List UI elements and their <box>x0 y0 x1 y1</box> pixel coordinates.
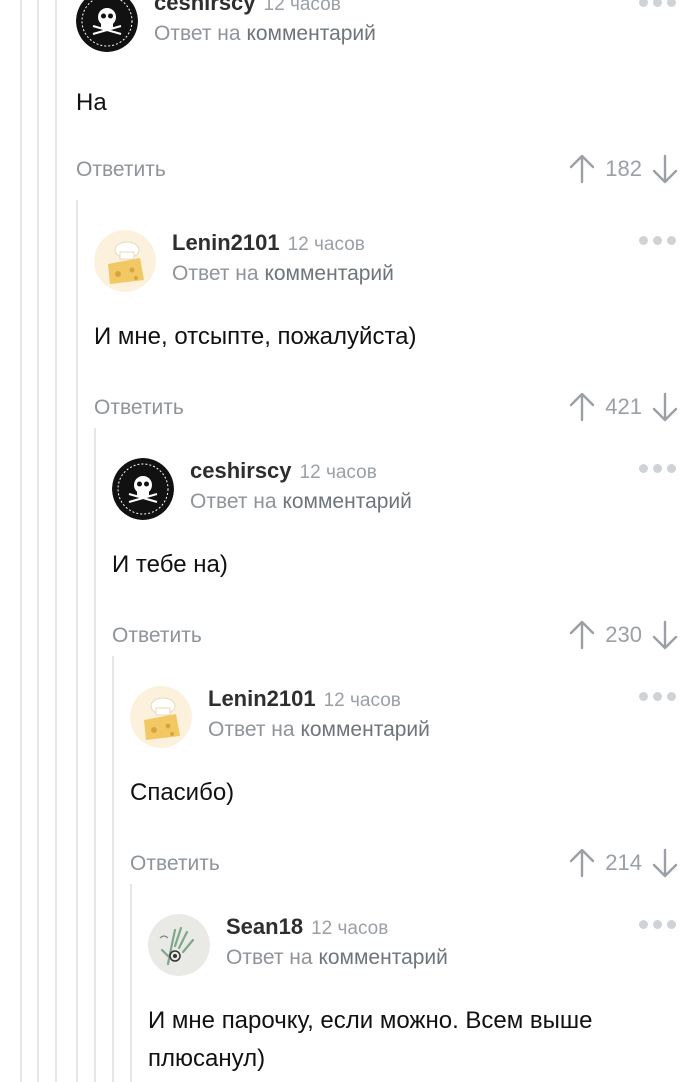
reply-to-link[interactable]: комментарий <box>318 946 447 969</box>
skull-emblem-avatar[interactable] <box>112 458 174 520</box>
reply-to-line: Ответ на комментарий <box>190 490 412 514</box>
author-name[interactable]: Lenin2101 <box>208 686 316 711</box>
hand-sketch-avatar[interactable] <box>148 914 210 976</box>
author-name[interactable]: ceshirscy <box>154 0 256 15</box>
reply-to-prefix: Ответ на <box>154 22 241 45</box>
reply-button[interactable]: Ответить <box>130 852 220 876</box>
comment-header: Lenin2101 12 часов Ответ на комментарий <box>130 684 678 748</box>
more-options-icon[interactable] <box>639 920 676 929</box>
comment-footer: Ответить 182 <box>76 154 678 194</box>
reply-button[interactable]: Ответить <box>94 396 184 420</box>
comment: Lenin2101 12 часов Ответ на комментарий И… <box>94 228 678 432</box>
comment-footer: Ответить 230 <box>112 620 678 660</box>
reply-to-line: Ответ на комментарий <box>226 946 448 970</box>
reply-to-prefix: Ответ на <box>226 946 313 969</box>
vote-box: 230 <box>569 620 678 650</box>
more-options-icon[interactable] <box>639 464 676 473</box>
comment-time: 12 часов <box>311 918 389 939</box>
comment-footer: Ответить 421 <box>94 392 678 432</box>
author-name[interactable]: Lenin2101 <box>172 230 280 255</box>
comment: ceshirscy 12 часов Ответ на комментарий И… <box>112 456 678 660</box>
reply-button[interactable]: Ответить <box>76 158 166 182</box>
reply-to-prefix: Ответ на <box>172 262 259 285</box>
reply-to-link[interactable]: комментарий <box>264 262 393 285</box>
comment-text: И мне парочку, если можно. Всем выше плю… <box>148 1007 593 1072</box>
comment-text: На <box>76 89 107 116</box>
comment-time: 12 часов <box>263 0 341 15</box>
more-options-icon[interactable] <box>639 692 676 701</box>
vote-box: 214 <box>569 848 678 878</box>
author-name[interactable]: Sean18 <box>226 914 303 939</box>
reply-to-line: Ответ на комментарий <box>172 262 394 286</box>
comment-footer: Ответить 214 <box>130 848 678 888</box>
rating-count: 182 <box>605 156 642 181</box>
thread-line <box>112 656 114 1082</box>
comment-time: 12 часов <box>287 234 365 255</box>
downvote-arrow-icon[interactable] <box>652 848 678 878</box>
reply-to-link[interactable]: комментарий <box>300 718 429 741</box>
comment-text: И тебе на) <box>112 551 228 578</box>
rating-count: 421 <box>605 394 642 419</box>
thread-line <box>20 0 22 1082</box>
comment: Sean18 12 часов Ответ на комментарий И мн… <box>148 912 678 1078</box>
vote-box: 421 <box>569 392 678 422</box>
thread-line <box>37 0 39 1082</box>
thread-line <box>94 428 96 1082</box>
rating-count: 230 <box>605 622 642 647</box>
skull-emblem-avatar[interactable] <box>76 0 138 52</box>
comment-header: Sean18 12 часов Ответ на комментарий <box>148 912 678 976</box>
cheese-chef-avatar[interactable] <box>94 230 156 292</box>
upvote-arrow-icon[interactable] <box>569 154 595 184</box>
author-name[interactable]: ceshirscy <box>190 458 292 483</box>
comment-header: ceshirscy 12 часов Ответ на комментарий <box>112 456 678 520</box>
thread-line <box>76 200 78 1082</box>
thread-line <box>55 0 57 1082</box>
cheese-chef-avatar[interactable] <box>130 686 192 748</box>
comment-text: И мне, отсыпте, пожалуйста) <box>94 323 417 350</box>
reply-button[interactable]: Ответить <box>112 624 202 648</box>
comment-header: Lenin2101 12 часов Ответ на комментарий <box>94 228 678 292</box>
upvote-arrow-icon[interactable] <box>569 620 595 650</box>
reply-to-line: Ответ на комментарий <box>154 22 376 46</box>
comment: ceshirscy 12 часов Ответ на комментарий Н… <box>76 0 678 194</box>
upvote-arrow-icon[interactable] <box>569 392 595 422</box>
downvote-arrow-icon[interactable] <box>652 154 678 184</box>
reply-to-link[interactable]: комментарий <box>246 22 375 45</box>
downvote-arrow-icon[interactable] <box>652 392 678 422</box>
reply-to-link[interactable]: комментарий <box>282 490 411 513</box>
comment-header: ceshirscy 12 часов Ответ на комментарий <box>76 0 678 64</box>
reply-to-prefix: Ответ на <box>190 490 277 513</box>
reply-to-prefix: Ответ на <box>208 718 295 741</box>
rating-count: 214 <box>605 850 642 875</box>
comment: Lenin2101 12 часов Ответ на комментарий С… <box>130 684 678 888</box>
downvote-arrow-icon[interactable] <box>652 620 678 650</box>
thread-line <box>130 884 132 1082</box>
upvote-arrow-icon[interactable] <box>569 848 595 878</box>
more-options-icon[interactable] <box>639 0 676 7</box>
more-options-icon[interactable] <box>639 236 676 245</box>
comment-time: 12 часов <box>323 690 401 711</box>
comment-text: Спасибо) <box>130 779 235 806</box>
vote-box: 182 <box>569 154 678 184</box>
comment-time: 12 часов <box>299 462 377 483</box>
reply-to-line: Ответ на комментарий <box>208 718 430 742</box>
